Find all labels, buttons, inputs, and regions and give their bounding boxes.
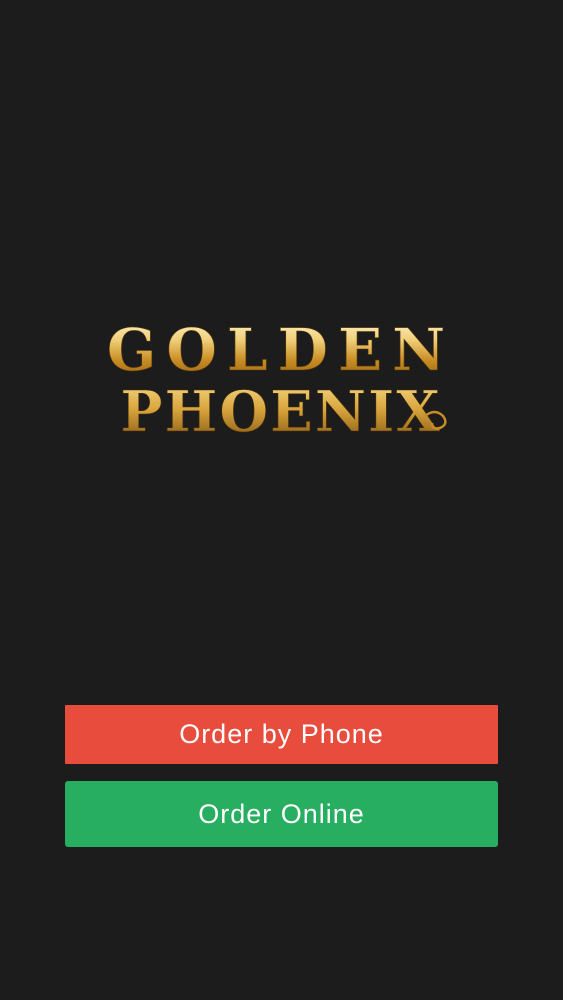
splash-screen: GOLDEN PHOENIX Order by Phone Order Onli… [0,0,563,1000]
golden-phoenix-logo: GOLDEN PHOENIX [100,300,463,450]
order-by-phone-button[interactable]: Order by Phone [65,705,498,764]
logo-line-phoenix: PHOENIX [120,379,441,445]
logo-line-golden: GOLDEN [107,316,455,384]
order-online-button[interactable]: Order Online [65,781,498,847]
